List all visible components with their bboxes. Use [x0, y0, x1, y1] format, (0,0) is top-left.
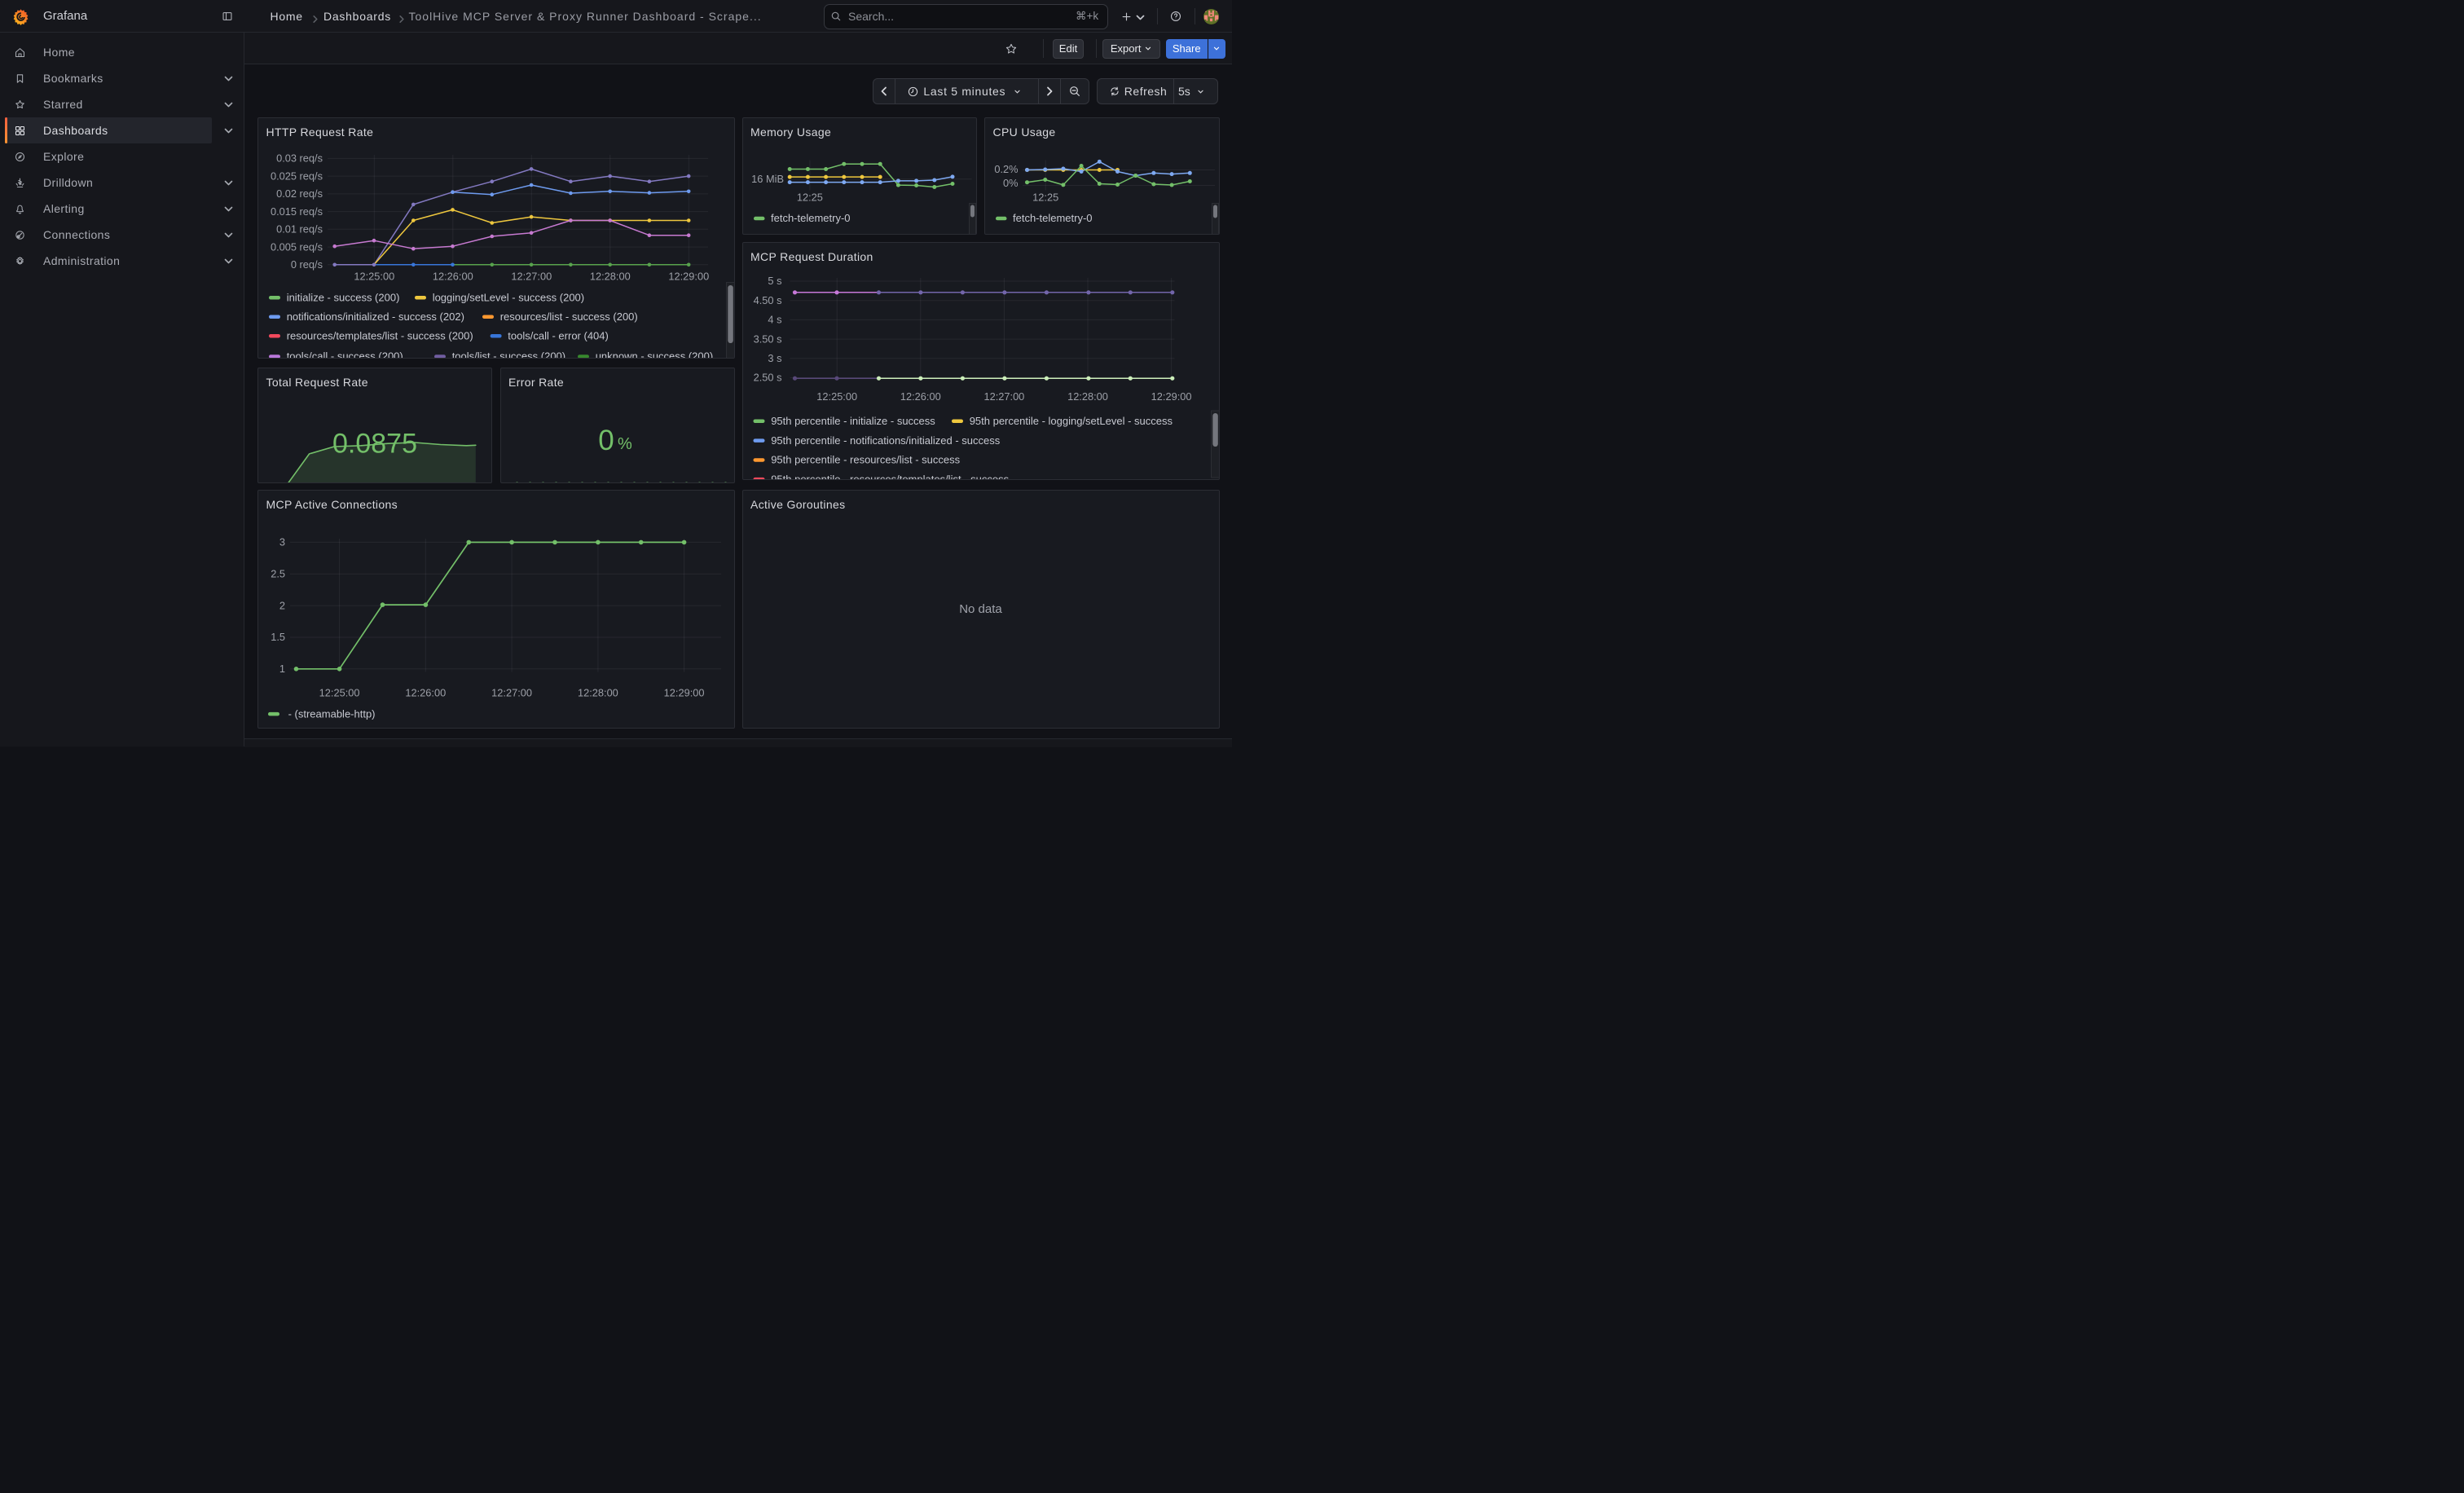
svg-text:resources/templates/list - suc: resources/templates/list - success (200): [287, 329, 473, 341]
svg-text:12:28:00: 12:28:00: [1067, 390, 1108, 403]
svg-text:12:25:00: 12:25:00: [816, 390, 857, 403]
svg-text:12:25:00: 12:25:00: [319, 686, 360, 698]
svg-text:resources/list - success (200): resources/list - success (200): [500, 310, 638, 322]
svg-text:fetch-telemetry-0: fetch-telemetry-0: [1013, 212, 1093, 224]
svg-text:unknown - success (200): unknown - success (200): [596, 350, 714, 357]
svg-text:0.025 req/s: 0.025 req/s: [271, 170, 323, 182]
svg-text:fetch-telemetry-0: fetch-telemetry-0: [771, 212, 851, 224]
svg-text:12:25:00: 12:25:00: [354, 270, 394, 282]
svg-text:0.01 req/s: 0.01 req/s: [276, 222, 323, 235]
svg-text:0.0875: 0.0875: [332, 428, 417, 459]
svg-text:95th percentile - initialize -: 95th percentile - initialize - success: [771, 414, 935, 426]
svg-text:12:27:00: 12:27:00: [511, 270, 552, 282]
svg-text:12:25: 12:25: [1032, 191, 1058, 203]
svg-text:initialize - success (200): initialize - success (200): [287, 291, 400, 303]
svg-text:12:25: 12:25: [796, 191, 822, 203]
svg-text:12:26:00: 12:26:00: [405, 686, 446, 698]
svg-text:tools/list - success (200): tools/list - success (200): [452, 350, 565, 357]
svg-text:3 s: 3 s: [768, 352, 781, 364]
svg-text:0 req/s: 0 req/s: [291, 258, 323, 271]
svg-text:- (streamable-http): - (streamable-http): [288, 707, 376, 720]
svg-text:tools/call - error (404): tools/call - error (404): [508, 329, 609, 341]
svg-text:tools/call - success (200): tools/call - success (200): [287, 350, 403, 357]
svg-text:0%: 0%: [1003, 177, 1019, 189]
svg-text:1: 1: [279, 663, 285, 675]
svg-text:12:26:00: 12:26:00: [900, 390, 940, 403]
svg-text:0.03 req/s: 0.03 req/s: [276, 152, 323, 164]
svg-text:0: 0: [598, 425, 614, 456]
svg-text:12:29:00: 12:29:00: [1151, 390, 1191, 403]
svg-text:95th percentile - notification: 95th percentile - notifications/initiali…: [771, 434, 1001, 446]
svg-text:5 s: 5 s: [768, 275, 781, 287]
svg-text:95th percentile - logging/setL: 95th percentile - logging/setLevel - suc…: [969, 414, 1173, 426]
svg-text:95th percentile - resources/li: 95th percentile - resources/list - succe…: [771, 453, 960, 465]
svg-text:3: 3: [279, 535, 285, 548]
svg-text:1.5: 1.5: [271, 631, 285, 643]
svg-text:2: 2: [279, 599, 285, 611]
svg-text:4 s: 4 s: [768, 313, 781, 325]
svg-text:12:28:00: 12:28:00: [590, 270, 631, 282]
svg-text:4.50 s: 4.50 s: [753, 293, 781, 306]
svg-text:12:27:00: 12:27:00: [491, 686, 532, 698]
svg-text:notifications/initialized - su: notifications/initialized - success (202…: [287, 310, 464, 322]
svg-text:%: %: [618, 435, 632, 453]
svg-text:0.02 req/s: 0.02 req/s: [276, 187, 323, 200]
svg-text:12:28:00: 12:28:00: [578, 686, 618, 698]
svg-text:0.015 req/s: 0.015 req/s: [271, 205, 323, 217]
svg-text:16 MiB: 16 MiB: [751, 173, 784, 185]
svg-text:12:27:00: 12:27:00: [983, 390, 1024, 403]
svg-text:12:29:00: 12:29:00: [668, 270, 709, 282]
svg-text:logging/setLevel - success (20: logging/setLevel - success (200): [433, 291, 584, 303]
svg-text:0.2%: 0.2%: [994, 163, 1018, 175]
svg-text:3.50 s: 3.50 s: [753, 333, 781, 345]
svg-text:2.50 s: 2.50 s: [753, 371, 781, 383]
svg-text:95th percentile - resources/te: 95th percentile - resources/templates/li…: [771, 473, 1009, 479]
svg-text:12:26:00: 12:26:00: [433, 270, 473, 282]
svg-text:2.5: 2.5: [271, 567, 285, 579]
svg-text:12:29:00: 12:29:00: [664, 686, 705, 698]
svg-text:0.005 req/s: 0.005 req/s: [271, 240, 323, 253]
